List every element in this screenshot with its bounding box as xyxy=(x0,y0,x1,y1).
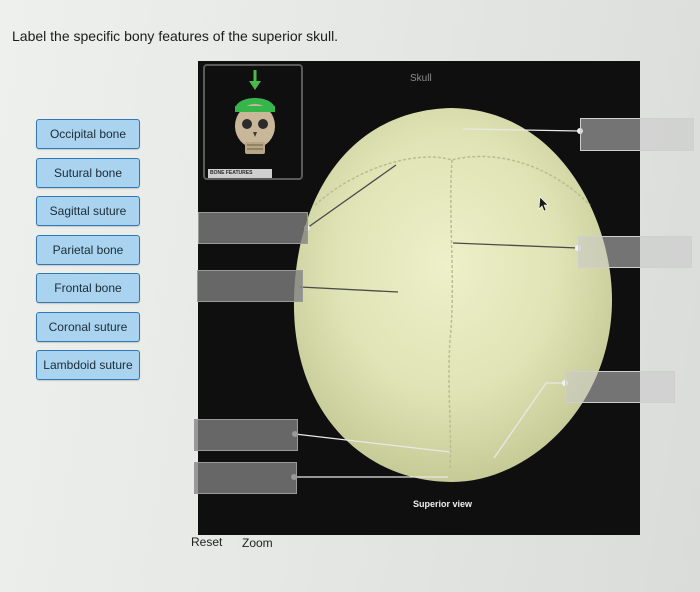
drop-zone-3[interactable] xyxy=(578,236,692,268)
drop-zone-4[interactable] xyxy=(197,270,303,302)
drop-zone-6[interactable] xyxy=(194,419,298,451)
drop-zone-1[interactable] xyxy=(580,118,694,151)
figure-title: Skull xyxy=(410,73,432,84)
figure-caption: Superior view xyxy=(413,499,473,509)
zoom-button[interactable]: Zoom xyxy=(242,536,273,550)
thumbnail-label: BONE FEATURES xyxy=(208,169,272,178)
drop-zone-7[interactable] xyxy=(194,462,297,494)
reset-button[interactable]: Reset xyxy=(191,535,222,549)
drop-zone-2[interactable] xyxy=(198,212,308,244)
skull-superior-view-image xyxy=(291,108,612,482)
thumbnail-panel[interactable] xyxy=(203,64,303,180)
drop-zone-5[interactable] xyxy=(565,371,675,403)
skull-thumbnail-icon xyxy=(235,70,275,154)
